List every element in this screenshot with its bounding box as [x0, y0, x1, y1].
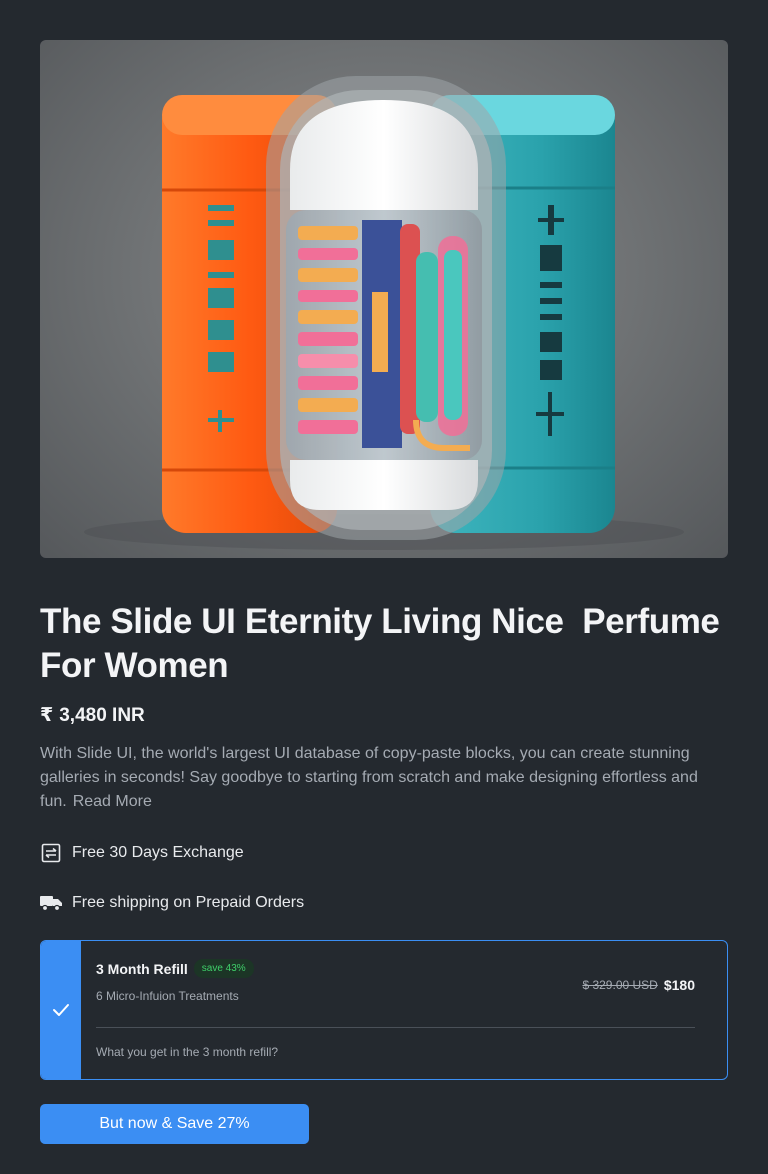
read-more-link[interactable]: Read More: [73, 793, 152, 810]
feature-exchange: Free 30 Days Exchange: [40, 842, 728, 864]
product-description: With Slide UI, the world's largest UI da…: [40, 742, 730, 814]
exchange-icon: [40, 842, 62, 864]
feature-label: Free shipping on Prepaid Orders: [72, 894, 305, 911]
product-title: The Slide UI Eternity Living Nice Perfum…: [40, 602, 729, 685]
perfume-illustration: [84, 76, 684, 550]
buy-now-button[interactable]: But now & Save 27%: [40, 1104, 309, 1144]
plan-new-price: $180: [663, 977, 695, 993]
product-page: The Slide UI Eternity Living Nice Perfum…: [0, 0, 768, 1174]
rupee-icon: ₹: [40, 705, 54, 726]
product-image: [40, 40, 728, 558]
plan-body: 3 Month Refill save 43% 6 Micro-Infuion …: [81, 941, 727, 1079]
product-price: ₹ 3,480 INR: [40, 704, 728, 727]
save-badge: save 43%: [193, 959, 254, 978]
plan-selected-indicator: [41, 941, 81, 1079]
plan-details-link[interactable]: What you get in the 3 month refill?: [96, 1045, 278, 1059]
check-icon: [53, 1004, 69, 1016]
refill-plan-option[interactable]: 3 Month Refill save 43% 6 Micro-Infuion …: [40, 940, 728, 1080]
feature-shipping: Free shipping on Prepaid Orders: [40, 892, 728, 914]
plan-old-price: $ 329.00 USD: [582, 978, 658, 992]
plan-name: 3 Month Refill: [96, 960, 188, 977]
plan-prices: $ 329.00 USD $180: [582, 977, 695, 993]
price-value: 3,480 INR: [59, 704, 145, 726]
plan-divider: [96, 1027, 695, 1028]
truck-icon: [40, 892, 62, 914]
feature-label: Free 30 Days Exchange: [72, 844, 244, 861]
